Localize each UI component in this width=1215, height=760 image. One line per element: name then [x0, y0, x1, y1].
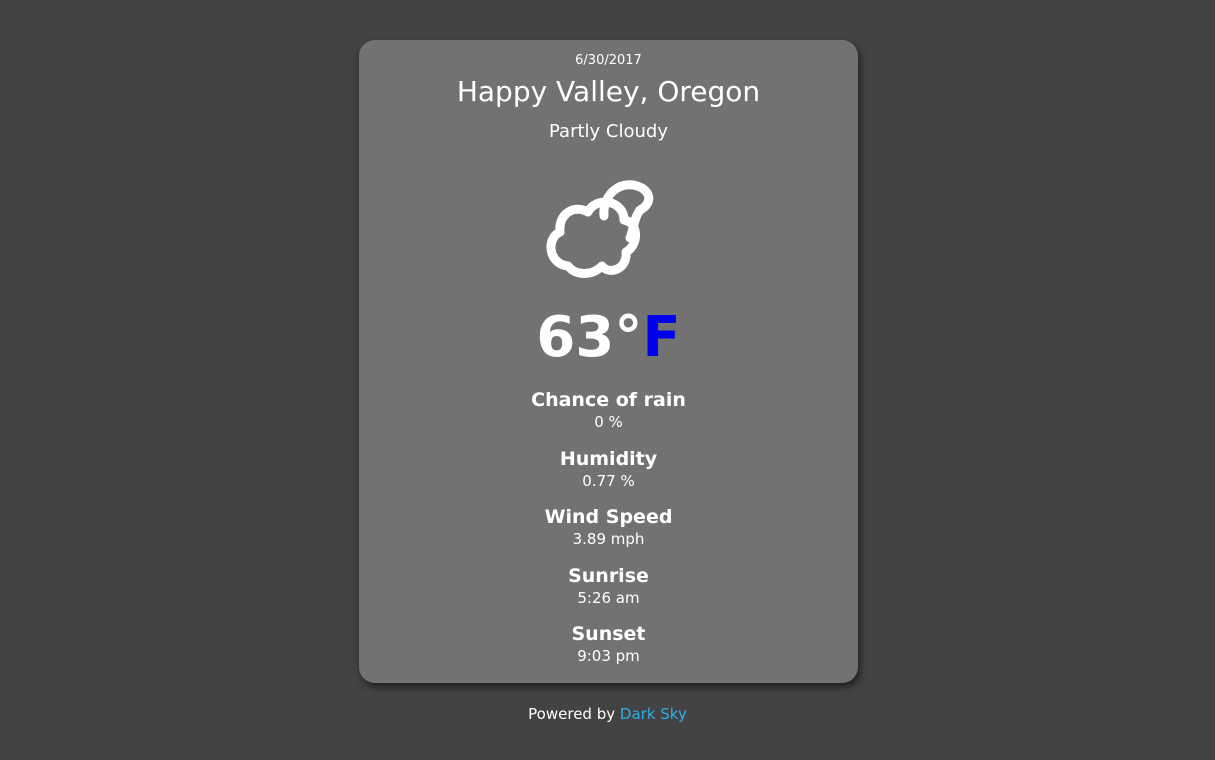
temperature-value: 63° — [536, 305, 643, 370]
stat-label: Sunrise — [568, 564, 649, 587]
weather-card: 6/30/2017 Happy Valley, Oregon Partly Cl… — [359, 40, 858, 683]
dark-sky-link[interactable]: Dark Sky — [620, 705, 687, 723]
stat-label: Wind Speed — [544, 506, 673, 529]
stat-value: 0.77 % — [582, 471, 635, 490]
stat-value: 5:26 am — [577, 588, 640, 607]
stat-value: 9:03 pm — [577, 647, 640, 666]
temperature-display: 63°F — [359, 304, 858, 372]
footer-prefix: Powered by — [528, 705, 616, 723]
footer: Powered by Dark Sky — [0, 703, 1215, 725]
stat-label: Humidity — [559, 447, 658, 470]
stat-label: Sunset — [571, 623, 646, 646]
unit-toggle[interactable]: F — [642, 305, 680, 370]
location-title: Happy Valley, Oregon — [456, 75, 761, 108]
stat-sunset: Sunset 9:03 pm — [359, 622, 858, 681]
weather-date: 6/30/2017 — [575, 53, 642, 68]
stat-label: Chance of rain — [531, 389, 686, 411]
stat-value: 3.89 mph — [572, 530, 645, 549]
weather-stats: Chance of rain 0 % Humidity 0.77 % Wind … — [359, 388, 858, 681]
stat-wind-speed: Wind Speed 3.89 mph — [359, 505, 858, 564]
stat-value: 0 % — [594, 413, 623, 431]
weather-summary: Partly Cloudy — [549, 121, 668, 142]
partly-cloudy-icon — [544, 176, 656, 280]
stat-sunrise: Sunrise 5:26 am — [359, 564, 858, 623]
stat-humidity: Humidity 0.77 % — [359, 447, 858, 506]
stat-chance-of-rain: Chance of rain 0 % — [359, 388, 858, 447]
